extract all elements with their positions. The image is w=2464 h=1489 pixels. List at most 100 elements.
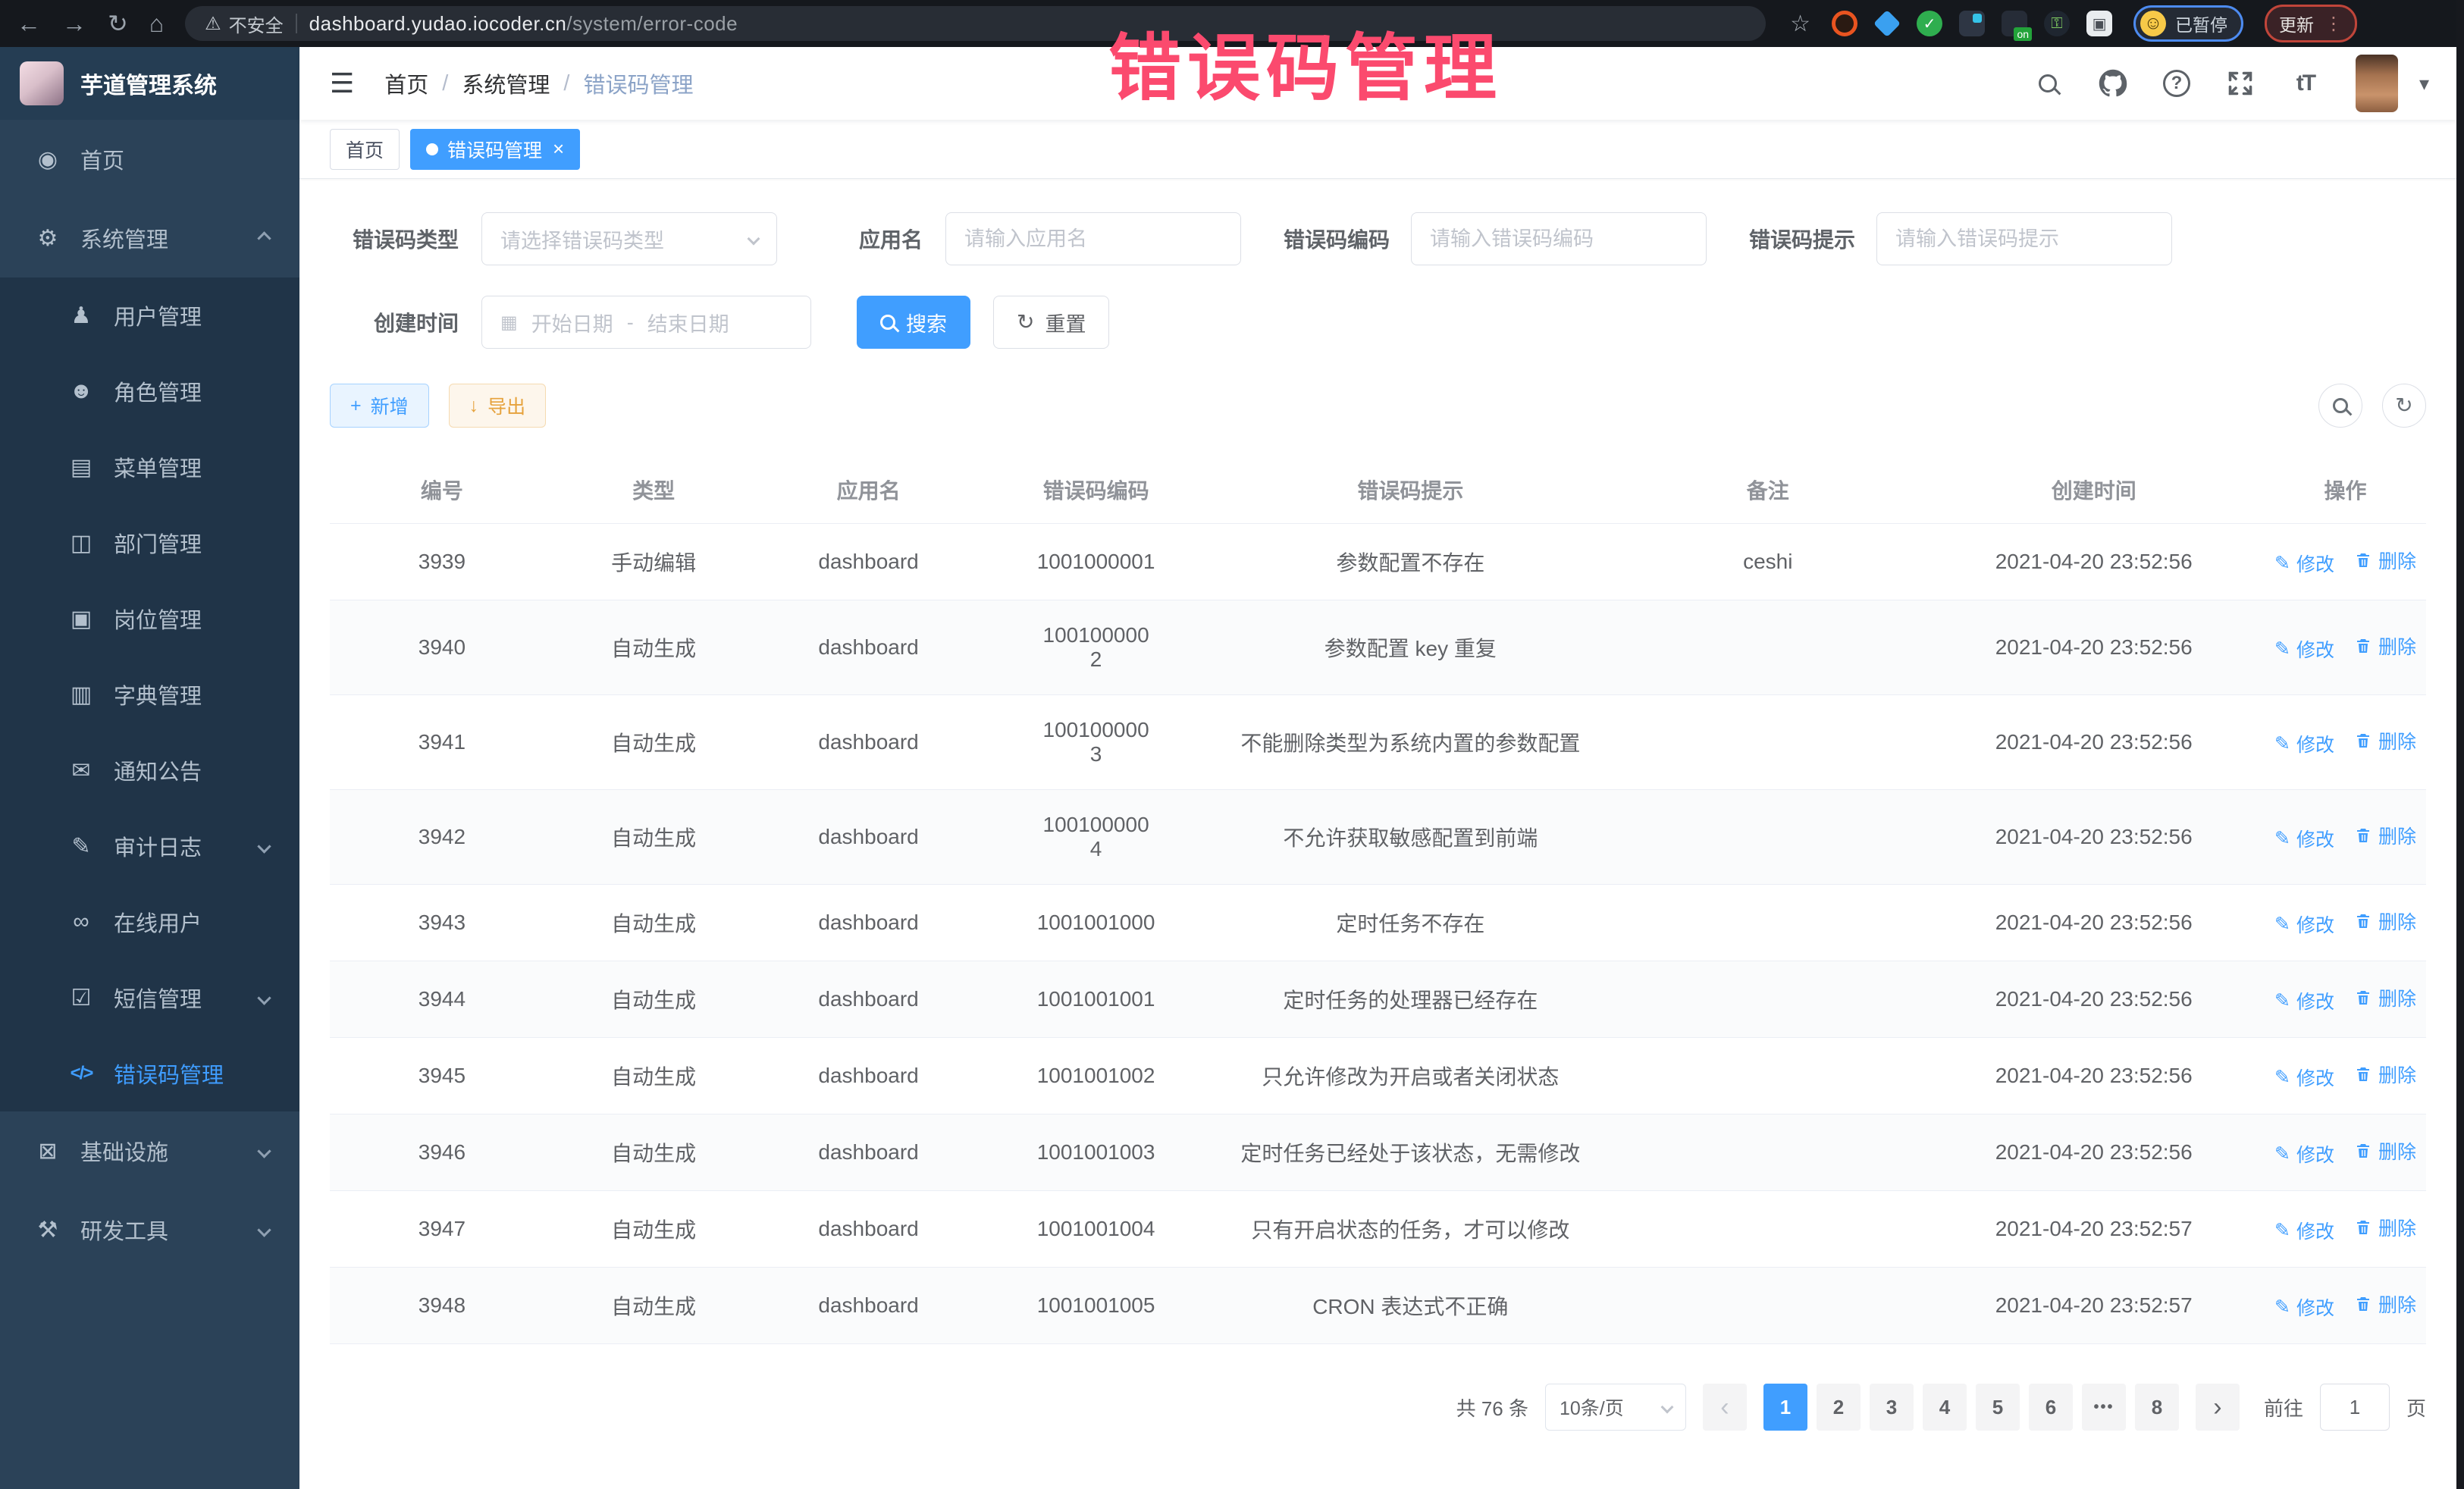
sidebar-item-用户管理[interactable]: ♟用户管理 <box>0 277 299 353</box>
page-button-5[interactable]: 5 <box>1976 1384 2020 1431</box>
sidebar-item-角色管理[interactable]: ☻角色管理 <box>0 353 299 429</box>
error-code-label: 错误码编码 <box>1284 224 1390 254</box>
tag-label: 首页 <box>346 136 384 163</box>
page-button-6[interactable]: 6 <box>2029 1384 2073 1431</box>
edit-link[interactable]: ✎修改 <box>2274 1140 2334 1168</box>
help-icon[interactable]: ? <box>2163 70 2190 97</box>
address-bar[interactable]: ⚠ 不安全 dashboard.yudao.iocoder.cn/system/… <box>185 6 1766 41</box>
browser-menu-icon[interactable]: ⋮ <box>2324 13 2343 35</box>
search-icon[interactable] <box>2033 68 2063 99</box>
sidebar-item-首页[interactable]: ◉首页 <box>0 120 299 199</box>
bookmark-star-icon[interactable]: ☆ <box>1790 11 1810 37</box>
goto-page-input[interactable] <box>2320 1384 2390 1431</box>
sidebar-item-label: 首页 <box>80 143 124 175</box>
profile-paused-badge[interactable]: ☺ 已暂停 <box>2133 5 2243 42</box>
edit-link[interactable]: ✎修改 <box>2274 825 2334 852</box>
delete-link[interactable]: 删除 <box>2354 547 2416 574</box>
delete-link[interactable]: 删除 <box>2354 632 2416 660</box>
prev-page-button[interactable]: ‹ <box>1703 1384 1747 1431</box>
cell-remark: ceshi <box>1613 524 1923 600</box>
sidebar-item-基础设施[interactable]: ⊠基础设施 <box>0 1111 299 1190</box>
delete-link[interactable]: 删除 <box>2354 1137 2416 1165</box>
sidebar-item-部门管理[interactable]: ◫部门管理 <box>0 505 299 581</box>
extension-orange-ring-icon[interactable] <box>1832 11 1857 36</box>
browser-back-icon[interactable]: ← <box>17 11 41 36</box>
delete-link[interactable]: 删除 <box>2354 1061 2416 1088</box>
next-page-button[interactable]: › <box>2196 1384 2240 1431</box>
browser-home-icon[interactable]: ⌂ <box>149 11 164 36</box>
pencil-icon: ✎ <box>2274 732 2290 755</box>
sidebar-item-岗位管理[interactable]: ▣岗位管理 <box>0 581 299 657</box>
edit-link[interactable]: ✎修改 <box>2274 911 2334 938</box>
edit-link[interactable]: ✎修改 <box>2274 1064 2334 1091</box>
error-hint-input[interactable] <box>1895 227 2153 251</box>
sidebar-item-错误码管理[interactable]: </>错误码管理 <box>0 1036 299 1111</box>
tag-错误码管理[interactable]: 错误码管理× <box>410 129 580 170</box>
cell-remark <box>1613 1114 1923 1191</box>
delete-link[interactable]: 删除 <box>2354 727 2416 754</box>
github-icon[interactable] <box>2098 68 2128 99</box>
edit-link[interactable]: ✎修改 <box>2274 1293 2334 1321</box>
cell-created: 2021-04-20 23:52:56 <box>1923 524 2265 600</box>
app-name-input[interactable] <box>964 227 1222 251</box>
sidebar-item-字典管理[interactable]: ▥字典管理 <box>0 657 299 732</box>
delete-link[interactable]: 删除 <box>2354 822 2416 849</box>
reset-button[interactable]: ↻ 重置 <box>993 296 1109 349</box>
tag-close-icon[interactable]: × <box>553 137 564 161</box>
col-id: 编号 <box>330 456 554 524</box>
page-button-8[interactable]: 8 <box>2135 1384 2179 1431</box>
font-size-icon[interactable]: tT <box>2290 68 2321 99</box>
extension-green-check-icon[interactable]: ✓ <box>1917 11 1942 36</box>
fullscreen-icon[interactable] <box>2225 68 2256 99</box>
delete-link[interactable]: 删除 <box>2354 984 2416 1011</box>
sidebar-toggle-icon[interactable]: ☰ <box>330 67 354 99</box>
not-secure-warning[interactable]: ⚠ 不安全 <box>205 11 284 37</box>
refresh-table-button[interactable]: ↻ <box>2382 384 2426 428</box>
delete-link[interactable]: 删除 <box>2354 1290 2416 1318</box>
browser-reload-icon[interactable]: ↻ <box>108 11 128 36</box>
error-type-select[interactable]: 请选择错误码类型 <box>481 212 777 265</box>
page-size-select[interactable]: 10条/页 <box>1545 1384 1686 1431</box>
sidebar-item-通知公告[interactable]: ✉通知公告 <box>0 732 299 808</box>
browser-forward-icon[interactable]: → <box>62 11 86 36</box>
delete-link[interactable]: 删除 <box>2354 908 2416 935</box>
date-range-picker[interactable]: ▦ 开始日期 - 结束日期 <box>481 296 811 349</box>
sidebar-item-审计日志[interactable]: ✎审计日志 <box>0 808 299 884</box>
not-secure-label: 不安全 <box>229 11 284 37</box>
tag-首页[interactable]: 首页 <box>330 129 400 170</box>
user-avatar[interactable] <box>2356 55 2398 112</box>
breadcrumb-home[interactable]: 首页 <box>384 67 428 99</box>
avatar-caret-icon[interactable]: ▾ <box>2419 72 2429 96</box>
delete-link[interactable]: 删除 <box>2354 1214 2416 1241</box>
extension-grid-icon[interactable] <box>1959 11 1985 36</box>
edit-link[interactable]: ✎修改 <box>2274 635 2334 663</box>
add-button[interactable]: + 新增 <box>330 384 429 428</box>
export-button[interactable]: ↓ 导出 <box>449 384 547 428</box>
extension-blue-diamond-icon[interactable] <box>1873 10 1901 37</box>
page-button-1[interactable]: 1 <box>1763 1384 1807 1431</box>
sidebar-item-短信管理[interactable]: ☑短信管理 <box>0 960 299 1036</box>
breadcrumb-system[interactable]: 系统管理 <box>462 67 550 99</box>
sidebar-item-系统管理[interactable]: ⚙系统管理 <box>0 199 299 277</box>
extension-key-icon[interactable]: ⚿ <box>2044 11 2070 36</box>
edit-link[interactable]: ✎修改 <box>2274 1217 2334 1244</box>
page-button-3[interactable]: 3 <box>1870 1384 1914 1431</box>
extension-on-badge-icon[interactable] <box>2002 11 2027 36</box>
extension-puzzle-icon[interactable]: ▣ <box>2086 11 2112 36</box>
toggle-search-button[interactable] <box>2318 384 2362 428</box>
dictionary-icon: ▥ <box>65 682 97 708</box>
app-logo[interactable]: 芋道管理系统 <box>0 47 299 120</box>
edit-link[interactable]: ✎修改 <box>2274 730 2334 757</box>
sidebar-item-研发工具[interactable]: ⚒研发工具 <box>0 1190 299 1269</box>
edit-link[interactable]: ✎修改 <box>2274 550 2334 577</box>
edit-link[interactable]: ✎修改 <box>2274 987 2334 1014</box>
page-button-4[interactable]: 4 <box>1923 1384 1967 1431</box>
search-button[interactable]: 搜索 <box>857 296 970 349</box>
update-label: 更新 <box>2279 11 2314 36</box>
page-button-2[interactable]: 2 <box>1817 1384 1861 1431</box>
sidebar-item-菜单管理[interactable]: ▤菜单管理 <box>0 429 299 505</box>
browser-update-button[interactable]: 更新 ⋮ <box>2265 5 2357 42</box>
sidebar-item-在线用户[interactable]: ∞在线用户 <box>0 884 299 960</box>
page-ellipsis[interactable]: ••• <box>2082 1384 2126 1431</box>
error-code-input[interactable] <box>1430 227 1688 251</box>
